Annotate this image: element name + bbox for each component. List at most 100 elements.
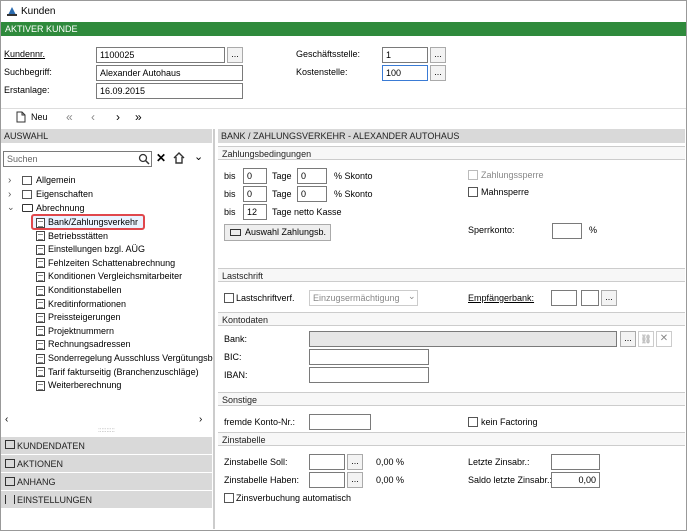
suchbegriff-field[interactable]: Alexander Autohaus: [96, 65, 243, 81]
einzug-dropdown[interactable]: Einzugsermächtigung: [309, 290, 418, 306]
list-icon: [22, 190, 32, 199]
tree-item-allgemein[interactable]: Allgemein: [36, 174, 76, 187]
letzte-zinsabr-label: Letzte Zinsabr.:: [468, 457, 530, 467]
bic-field[interactable]: [309, 349, 429, 365]
tree-item-child[interactable]: Konditionen Vergleichsmitarbeiter: [36, 270, 212, 284]
empfaengerbank-label: Empfängerbank:: [468, 293, 535, 303]
tree-item-label: Bank/Zahlungsverkehr: [48, 217, 139, 227]
tree-item-child[interactable]: Bank/Zahlungsverkehr: [36, 216, 212, 230]
first-record-button[interactable]: «: [66, 110, 73, 124]
kein-factoring-checkbox[interactable]: [468, 417, 478, 427]
zinstabelle-head: Zinstabelle: [218, 432, 685, 446]
previous-record-button[interactable]: ‹: [91, 110, 95, 124]
tree-item-child[interactable]: Fehlzeiten Schattenabrechnung: [36, 257, 212, 271]
skonto2-days[interactable]: 0: [243, 186, 267, 202]
percent-label: %: [589, 225, 598, 235]
bank-section-header: BANK / ZAHLUNGSVERKEHR - ALEXANDER AUTOH…: [218, 129, 685, 143]
geschaeftsstelle-field[interactable]: 1: [382, 47, 428, 63]
document-icon: [36, 272, 45, 282]
zinsverbuchung-checkbox[interactable]: [224, 493, 234, 503]
document-icon: [36, 339, 45, 350]
skonto1-percent[interactable]: 0: [297, 168, 327, 184]
empfaengerbank-field-1[interactable]: [551, 290, 577, 306]
tree-item-child[interactable]: Betriebsstätten: [36, 230, 212, 244]
tree-item-child[interactable]: Rechnungsadressen: [36, 338, 212, 352]
sperrkonto-field[interactable]: [552, 223, 582, 239]
lastschrift-head: Lastschrift: [218, 268, 685, 282]
zins-soll-label: Zinstabelle Soll:: [224, 457, 288, 467]
zins-haben-field[interactable]: [309, 472, 345, 488]
search-input[interactable]: Suchen: [3, 151, 152, 167]
tree-item-child[interactable]: Preissteigerungen: [36, 311, 212, 325]
collapse-all-icon[interactable]: ⌄: [194, 150, 203, 163]
zins-soll-field[interactable]: [309, 454, 345, 470]
netto-days[interactable]: 12: [243, 204, 267, 220]
kundennr-field[interactable]: 1100025: [96, 47, 225, 63]
document-icon: [36, 326, 45, 337]
money-icon: [22, 204, 33, 212]
fremde-konto-field[interactable]: [309, 414, 371, 430]
splitter-grip[interactable]: ::::::::::: [1, 428, 212, 434]
tree-item-label: Konditionstabellen: [48, 284, 122, 295]
tage-label: Tage: [272, 171, 292, 181]
zins-haben-label: Zinstabelle Haben:: [224, 475, 300, 485]
tree-item-child[interactable]: Konditionstabellen: [36, 284, 212, 298]
next-record-button[interactable]: ›: [116, 110, 120, 124]
erstanlage-field[interactable]: 16.09.2015: [96, 83, 243, 99]
tree-item-child[interactable]: Weiterberechnung: [36, 379, 212, 393]
chevron-right-icon[interactable]: ›: [8, 175, 11, 186]
new-document-icon[interactable]: [16, 111, 26, 123]
saldo-letzte-field[interactable]: 0,00: [551, 472, 600, 488]
iban-field[interactable]: [309, 367, 429, 383]
tree-item-child[interactable]: Tarif fakturseitig (Branchenzuschläge): [36, 366, 212, 380]
home-icon[interactable]: [172, 151, 186, 165]
chevron-down-icon[interactable]: ⌄: [7, 202, 15, 213]
geschaeftsstelle-lookup-button[interactable]: ...: [430, 47, 446, 63]
title-bar: Kunden: [0, 0, 687, 22]
kostenstelle-lookup-button[interactable]: ...: [430, 65, 446, 81]
empfaengerbank-lookup-button[interactable]: ...: [601, 290, 617, 306]
zahlungssperre-checkbox[interactable]: [468, 170, 478, 180]
kostenstelle-field[interactable]: 100: [382, 65, 428, 81]
horizontal-scrollbar[interactable]: ‹ ›: [1, 414, 212, 427]
last-record-button[interactable]: »: [135, 110, 142, 124]
nav-aktionen[interactable]: AKTIONEN: [1, 454, 212, 472]
skonto1-days[interactable]: 0: [243, 168, 267, 184]
lastschriftverf-checkbox[interactable]: [224, 293, 234, 303]
zins-soll-lookup-button[interactable]: ...: [347, 454, 363, 470]
bank-field[interactable]: [309, 331, 617, 347]
tree-item-child[interactable]: Sonderregelung Ausschluss Vergütungsb: [36, 352, 213, 366]
chevron-right-icon[interactable]: ›: [8, 189, 11, 200]
empfaengerbank-field-2[interactable]: [581, 290, 599, 306]
auswahl-header: AUSWAHL: [1, 129, 212, 143]
nav-kundendaten[interactable]: KUNDENDATEN: [1, 436, 212, 454]
document-icon: [36, 244, 45, 255]
tree-item-child[interactable]: Kreditinformationen: [36, 298, 212, 312]
clear-search-icon[interactable]: ✕: [156, 151, 166, 165]
new-button[interactable]: Neu: [31, 112, 48, 122]
zins-haben-lookup-button[interactable]: ...: [347, 472, 363, 488]
link-icon[interactable]: ⛓: [638, 331, 654, 347]
zinsverbuchung-label: Zinsverbuchung automatisch: [236, 493, 352, 503]
kundennr-lookup-button[interactable]: ...: [227, 47, 243, 63]
search-icon[interactable]: [138, 153, 150, 165]
skonto2-percent[interactable]: 0: [297, 186, 327, 202]
tree-item-label: Fehlzeiten Schattenabrechnung: [48, 257, 176, 268]
tree-item-child[interactable]: Projektnummern: [36, 325, 212, 339]
document-icon: [36, 231, 45, 242]
letzte-zinsabr-field[interactable]: [551, 454, 600, 470]
tree-item-label: Sonderregelung Ausschluss Vergütungsb: [48, 352, 213, 363]
mahnsperre-checkbox[interactable]: [468, 187, 478, 197]
tree-item-label: Tarif fakturseitig (Branchenzuschläge): [48, 366, 199, 377]
document-icon: [36, 353, 45, 364]
sonstige-head: Sonstige: [218, 392, 685, 406]
remove-icon[interactable]: ✕: [656, 331, 672, 347]
tree-item-eigenschaften[interactable]: Eigenschaften: [36, 188, 93, 201]
fremde-konto-label: fremde Konto-Nr.:: [224, 417, 296, 427]
nav-einstellungen[interactable]: EINSTELLUNGEN: [1, 490, 212, 508]
netto-kasse-label: Tage netto Kasse: [272, 207, 342, 217]
tree-item-label: Rechnungsadressen: [48, 339, 131, 350]
bank-lookup-button[interactable]: ...: [620, 331, 636, 347]
tree-item-child[interactable]: Einstellungen bzgl. AÜG: [36, 243, 212, 257]
nav-anhang[interactable]: ANHANG: [1, 472, 212, 490]
